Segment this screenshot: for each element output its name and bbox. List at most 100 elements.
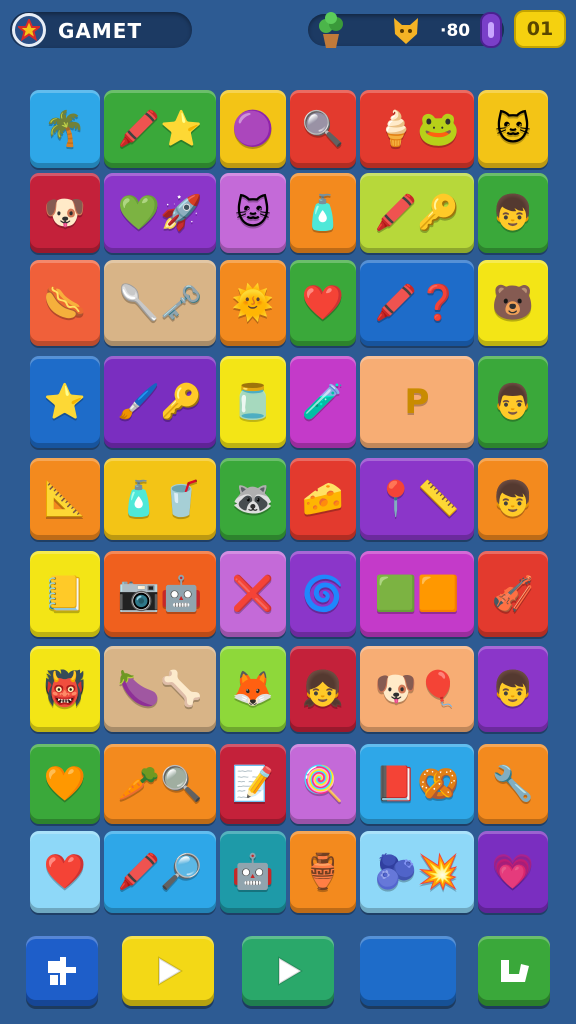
tile-crayon-and-star-icons[interactable]: 🖍️⭐ [104,90,216,168]
tile-plum-and-splat-icons[interactable]: 🫐💥 [360,831,474,913]
tile-crayon-and-search-icons[interactable]: 🖍️🔎 [104,831,216,913]
tile-popsicle-icon[interactable]: 🍭 [290,744,356,824]
tile-crayon-and-hook-icons[interactable]: 🖍️❓ [360,260,474,346]
eggplant-and-bone-icons: 🍆🦴 [117,669,203,709]
bottle-and-cup-icons: 🧴🥤 [117,479,203,519]
tile-boy-face-icon[interactable]: 👦 [478,173,548,253]
orange-heart-icon: 🧡 [43,764,87,804]
spoon-and-key-icons: 🥄🗝️ [117,283,203,323]
palm-tree-icon: 🌴 [43,109,87,149]
tile-carrot-and-magnifier-icons[interactable]: 🥕🔍 [104,744,216,824]
tile-raccoon-icon[interactable]: 🦝 [220,458,286,540]
tile-notebook-icon[interactable]: 📒 [30,551,100,637]
tile-cheese-icon[interactable]: 🧀 [290,458,356,540]
tile-eggplant-and-bone-icons[interactable]: 🍆🦴 [104,646,216,732]
cheese-icon: 🧀 [301,479,345,519]
tile-potion-bottle-icon[interactable]: 🧪 [290,356,356,448]
notebook-icon: 📒 [43,574,87,614]
tile-camera-and-robot-icons[interactable]: 📷🤖 [104,551,216,637]
boy-head-icon: 👦 [491,479,535,519]
cone-and-frog-icons: 🍦🐸 [374,109,460,149]
crayon-and-key-icons: 🖍️🔑 [374,193,460,233]
tile-book-and-knot-icons[interactable]: 📕🥨 [360,744,474,824]
play-icon [242,936,334,1006]
potion-bottle-icon: 🧪 [301,382,345,422]
tile-metronome-icon[interactable]: 📐 [30,458,100,540]
top-bar: GAMET ·80 01 [0,0,576,62]
tile-harp-icon[interactable]: 🎻 [478,551,548,637]
fox-face-icon: 🦊 [231,669,275,709]
letter-p-icon: P [404,382,430,422]
shuffle-button[interactable] [26,936,98,1006]
resource-counter: ·80 [440,21,471,41]
tile-monster-icon[interactable]: 👹 [30,646,100,732]
popsicle-icon: 🍭 [301,764,345,804]
tile-letter-p-icon[interactable]: P [360,356,474,448]
puzzle-icon [26,936,98,1006]
tile-sun-icon[interactable]: 🌞 [220,260,286,346]
tile-heart-and-rocket-icons[interactable]: 💚🚀 [104,173,216,253]
map-pin-and-ruler-icons: 📍📏 [374,479,460,519]
tile-crayon-and-key-icons[interactable]: 🖍️🔑 [360,173,474,253]
block-shapes-icons: 🟩🟧 [374,574,460,614]
game-title: GAMET [58,19,143,43]
tile-map-pin-and-ruler-icons[interactable]: 📍📏 [360,458,474,540]
tile-bottle-icon[interactable]: 🧴 [290,173,356,253]
star-face-icon: ⭐ [43,382,87,422]
tile-star-face-icon[interactable]: ⭐ [30,356,100,448]
tile-x-mark-icon[interactable]: ❌ [220,551,286,637]
tile-boy-head-icon[interactable]: 👦 [478,458,548,540]
metronome-icon: 📐 [43,479,87,519]
crayon-and-star-icons: 🖍️⭐ [117,109,203,149]
tile-brush-and-key-icons[interactable]: 🖌️🔑 [104,356,216,448]
blank-button[interactable] [360,936,456,1006]
tile-green-hair-boy-icon[interactable]: 👦 [478,646,548,732]
tile-potion-jar-icon[interactable]: 🏺 [290,831,356,913]
check-button[interactable] [478,936,550,1006]
tile-paper-and-pencil-icon[interactable]: 📝 [220,744,286,824]
play-button-yellow[interactable] [122,936,214,1006]
tile-bottle-and-cup-icons[interactable]: 🧴🥤 [104,458,216,540]
tile-robot-icon[interactable]: 🤖 [220,831,286,913]
magnifier-icon: 🔍 [301,109,345,149]
star-logo-icon[interactable] [12,13,46,47]
tile-fox-face-icon[interactable]: 🦊 [220,646,286,732]
plum-and-splat-icons: 🫐💥 [374,852,460,892]
camera-and-robot-icons: 📷🤖 [117,574,203,614]
cat-face-icon: 🐱 [495,109,531,149]
girl-face-icon: 👧 [301,669,345,709]
paper-and-pencil-icon: 📝 [231,764,275,804]
tile-heart-icon[interactable]: ❤️ [290,260,356,346]
tile-sausage-icon[interactable]: 🌭 [30,260,100,346]
chef-dog-icon: 🐶 [43,193,87,233]
tile-man-face-icon[interactable]: 👨 [478,356,548,448]
tile-jar-icon[interactable]: 🫙 [220,356,286,448]
tile-spoon-and-key-icons[interactable]: 🥄🗝️ [104,260,216,346]
tile-magnifier-icon[interactable]: 🔍 [290,90,356,168]
tile-chef-dog-icon[interactable]: 🐶 [30,173,100,253]
tile-letter-c-icon[interactable]: 🌀 [290,551,356,637]
man-face-icon: 👨 [491,382,535,422]
tile-block-shapes-icons[interactable]: 🟩🟧 [360,551,474,637]
boy-face-icon: 👦 [491,193,535,233]
play-button-green[interactable] [242,936,334,1006]
tile-bear-face-icon[interactable]: 🐻 [478,260,548,346]
tile-white-cat-icon[interactable]: 🐱 [220,173,286,253]
tile-cone-and-frog-icons[interactable]: 🍦🐸 [360,90,474,168]
tile-purple-bug-icon[interactable]: 🟣 [220,90,286,168]
tile-palm-tree-icon[interactable]: 🌴 [30,90,100,168]
tile-cat-face-icon[interactable]: 🐱 [478,90,548,168]
tile-dog-and-balloon-icons[interactable]: 🐶🎈 [360,646,474,732]
book-and-knot-icons: 📕🥨 [374,764,460,804]
tile-heart-badge-icon[interactable]: 💗 [478,831,548,913]
carrot-and-magnifier-icons: 🥕🔍 [117,764,203,804]
tile-wrench-icon[interactable]: 🔧 [478,744,548,824]
title-pill: GAMET [10,12,192,48]
tile-red-heart-icon[interactable]: ❤️ [30,831,100,913]
tile-orange-heart-icon[interactable]: 🧡 [30,744,100,824]
tile-girl-face-icon[interactable]: 👧 [290,646,356,732]
heart-badge-icon: 💗 [491,852,535,892]
heart-icon: ❤️ [301,283,345,323]
gem-icon [480,12,502,48]
sausage-icon: 🌭 [43,283,87,323]
